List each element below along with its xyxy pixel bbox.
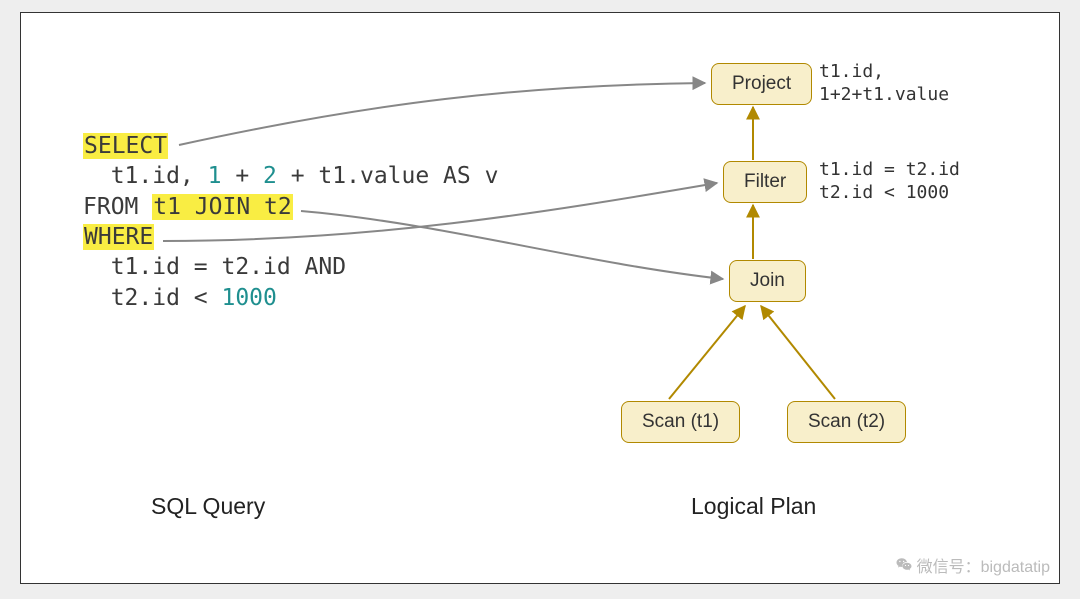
edge-scan-t1-to-join [669, 306, 745, 399]
plan-node-label: Scan (t1) [642, 411, 719, 433]
plan-node-project-detail: t1.id, 1+2+t1.value [819, 61, 949, 106]
plus-1: + [221, 163, 263, 189]
watermark-text: 微信号：bigdatatip [917, 553, 1050, 577]
where-line-2-pre: t2.id < [83, 285, 221, 311]
wechat-icon [895, 556, 913, 574]
caption-sql: SQL Query [151, 493, 265, 520]
plan-node-label: Join [750, 270, 785, 292]
sql-query-block: SELECT t1.id, 1 + 2 + t1.value AS v FROM… [83, 131, 498, 313]
plan-node-filter-detail: t1.id = t2.id t2.id < 1000 [819, 159, 960, 204]
plan-node-scan-t2: Scan (t2) [787, 401, 906, 443]
literal-2: 2 [263, 163, 277, 189]
select-pre: t1.id, [83, 163, 208, 189]
literal-1000: 1000 [221, 285, 276, 311]
watermark: 微信号：bigdatatip [895, 553, 1050, 577]
plan-node-label: Scan (t2) [808, 411, 885, 433]
plan-node-label: Project [732, 73, 791, 95]
plan-node-scan-t1: Scan (t1) [621, 401, 740, 443]
kw-select: SELECT [83, 133, 168, 159]
plan-node-label: Filter [744, 171, 786, 193]
plan-node-project: Project [711, 63, 812, 105]
caption-plan: Logical Plan [691, 493, 816, 520]
plan-node-join: Join [729, 260, 806, 302]
kw-from: FROM [83, 194, 152, 220]
plan-node-filter: Filter [723, 161, 807, 203]
diagram-canvas: SELECT t1.id, 1 + 2 + t1.value AS v FROM… [20, 12, 1060, 584]
literal-1: 1 [208, 163, 222, 189]
from-join: t1 JOIN t2 [152, 194, 292, 220]
where-line-1: t1.id = t2.id AND [83, 254, 346, 280]
kw-where: WHERE [83, 224, 154, 250]
select-rest: + t1.value AS v [277, 163, 499, 189]
edge-scan-t2-to-join [761, 306, 835, 399]
